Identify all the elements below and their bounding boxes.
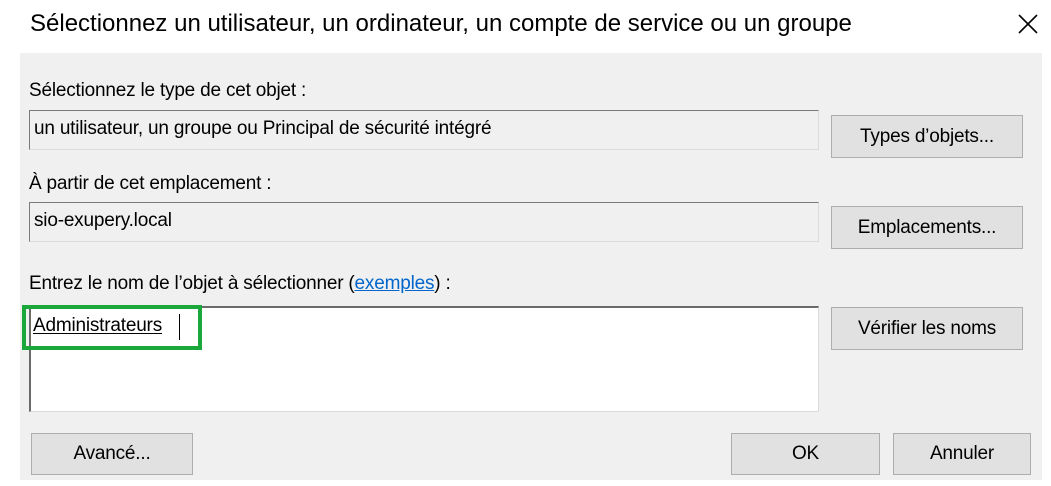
- close-icon[interactable]: [1012, 6, 1044, 38]
- object-type-label: Sélectionnez le type de cet objet :: [29, 80, 307, 101]
- advanced-button[interactable]: Avancé...: [31, 433, 193, 475]
- location-label: À partir de cet emplacement :: [29, 173, 272, 194]
- location-field: sio-exupery.local: [29, 202, 819, 242]
- object-type-field: un utilisateur, un groupe ou Principal d…: [29, 110, 819, 150]
- check-names-button[interactable]: Vérifier les noms: [831, 307, 1023, 350]
- dialog-title: Sélectionnez un utilisateur, un ordinate…: [30, 10, 852, 37]
- locations-button[interactable]: Emplacements...: [831, 206, 1023, 249]
- examples-link[interactable]: exemples: [355, 273, 435, 294]
- cancel-button[interactable]: Annuler: [893, 433, 1031, 475]
- select-users-dialog: Sélectionnez un utilisateur, un ordinate…: [0, 0, 1051, 486]
- ok-button[interactable]: OK: [731, 433, 880, 475]
- highlight-box: [22, 305, 202, 350]
- object-name-label: Entrez le nom de l’objet à sélectionner …: [29, 272, 451, 296]
- object-name-label-suffix: ) :: [434, 273, 451, 294]
- object-name-label-prefix: Entrez le nom de l’objet à sélectionner …: [29, 273, 355, 294]
- object-types-button[interactable]: Types d’objets...: [831, 115, 1023, 158]
